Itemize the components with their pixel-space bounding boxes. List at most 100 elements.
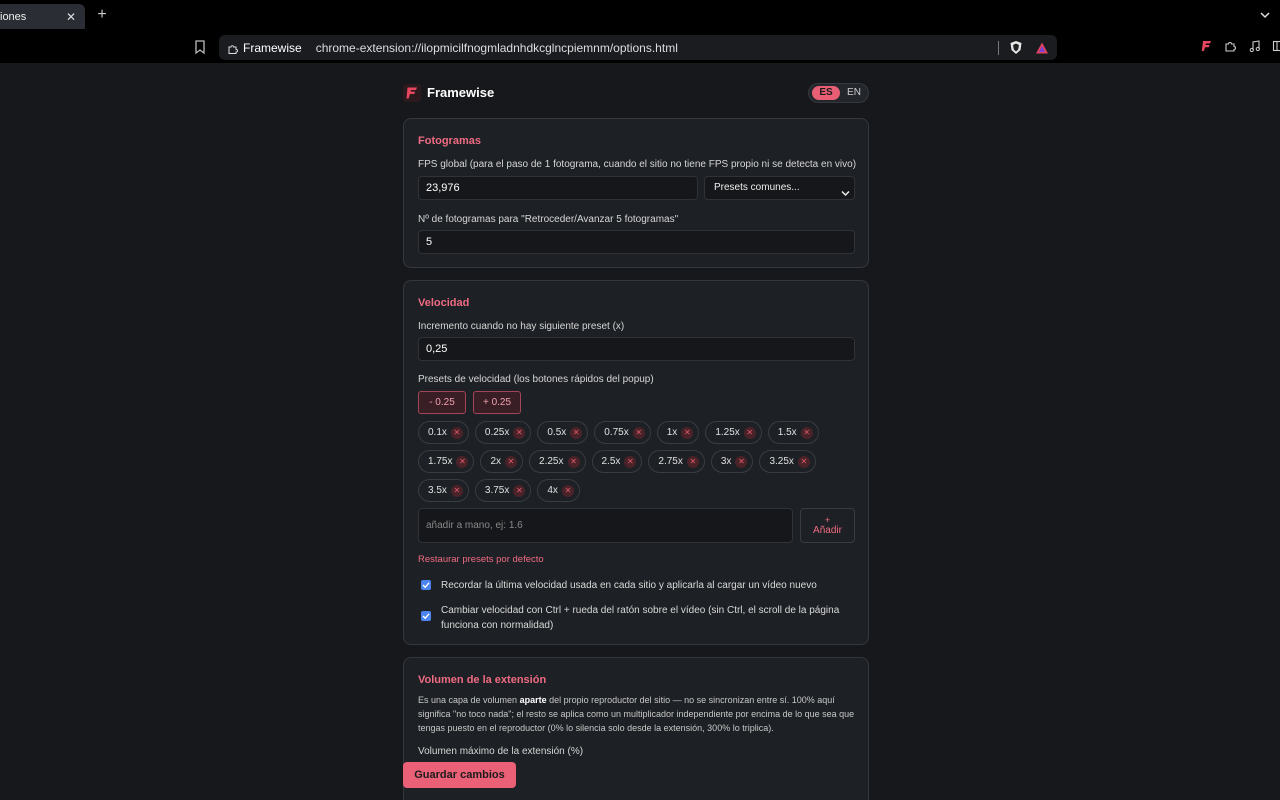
- speed-preset-chip: 2.5x ✕: [591, 450, 643, 473]
- speed-preset-chip: 0.1x ✕: [418, 421, 469, 444]
- tab-close-icon[interactable]: ✕: [63, 9, 79, 25]
- preset-value: 0.5x: [547, 427, 567, 438]
- fps-presets-select-value: Presets comunes...: [714, 182, 800, 193]
- language-toggle: ES EN: [808, 83, 869, 103]
- preset-value: 3x: [720, 456, 732, 467]
- remove-preset-icon[interactable]: ✕: [735, 455, 748, 468]
- remove-preset-icon[interactable]: ✕: [686, 455, 699, 468]
- remove-preset-icon[interactable]: ✕: [450, 426, 463, 439]
- frames-title: Fotogramas: [418, 135, 481, 147]
- brave-shield-icon[interactable]: [1009, 40, 1023, 55]
- volume-description: Es una capa de volumen aparte del propio…: [418, 693, 858, 735]
- address-bar[interactable]: Framewise chrome-extension://ilopmicilfn…: [219, 35, 1057, 60]
- preset-value: 1.5x: [777, 427, 797, 438]
- preset-value: 4x: [547, 485, 558, 496]
- speed-preset-chip: 1.5x ✕: [767, 421, 819, 444]
- remember-speed-option[interactable]: Recordar la última velocidad usada en ca…: [421, 578, 817, 593]
- preset-value: 1.75x: [428, 456, 453, 467]
- framewise-logo-icon: [403, 84, 421, 102]
- fps-input[interactable]: 23,976: [418, 176, 698, 200]
- preset-value: 2x: [490, 456, 502, 467]
- remove-preset-icon[interactable]: ✕: [797, 455, 810, 468]
- tab-search-chevron-icon[interactable]: [1258, 8, 1272, 22]
- remove-preset-icon[interactable]: ✕: [561, 484, 574, 497]
- frame-step-input[interactable]: 5: [418, 230, 855, 254]
- speed-preset-list: 0.1x ✕ 0.25x ✕ 0.5x ✕ 0.75x ✕ 1x ✕ 1.25x ✕ 1.5…: [418, 421, 858, 502]
- framewise-extension-icon[interactable]: [1200, 39, 1214, 53]
- url-text[interactable]: chrome-extension://ilopmicilfnogmladnhdk…: [316, 41, 998, 55]
- browser-toolbar: Framewise chrome-extension://ilopmicilfn…: [0, 31, 1280, 63]
- preset-value: 3.5x: [428, 485, 447, 496]
- volume-desc-bold: aparte: [519, 695, 547, 705]
- frames-card: Fotogramas FPS global (para el paso de 1…: [403, 118, 869, 268]
- fps-presets-select[interactable]: Presets comunes...: [704, 176, 855, 200]
- lang-en-button[interactable]: EN: [844, 86, 864, 100]
- media-music-icon[interactable]: [1248, 39, 1262, 53]
- bookmark-icon[interactable]: [193, 39, 207, 55]
- preset-value: 2.25x: [539, 456, 564, 467]
- restore-presets-link[interactable]: Restaurar presets por defecto: [418, 554, 544, 565]
- remove-preset-icon[interactable]: ✕: [681, 426, 694, 439]
- ctrl-wheel-checkbox[interactable]: [421, 611, 431, 621]
- app-header: Framewise ES EN: [403, 83, 869, 103]
- remember-speed-label: Recordar la última velocidad usada en ca…: [441, 580, 817, 591]
- remove-preset-icon[interactable]: ✕: [567, 455, 580, 468]
- volume-title: Volumen de la extensión: [418, 674, 547, 686]
- fps-label: FPS global (para el paso de 1 fotograma,…: [418, 159, 857, 170]
- speed-preset-chip: 0.75x ✕: [594, 421, 651, 444]
- add-preset-button[interactable]: + Añadir: [800, 508, 855, 543]
- speed-preset-chip: 2.25x ✕: [529, 450, 586, 473]
- browser-tab[interactable]: iones ✕: [0, 4, 85, 29]
- remove-preset-icon[interactable]: ✕: [624, 455, 637, 468]
- ctrl-wheel-label: Cambiar velocidad con Ctrl + rueda del r…: [441, 605, 840, 631]
- preset-value: 2.75x: [658, 456, 683, 467]
- remove-preset-icon[interactable]: ✕: [570, 426, 583, 439]
- speed-preset-chip: 0.25x ✕: [474, 421, 532, 444]
- rewards-triangle-icon[interactable]: [1035, 41, 1049, 55]
- speed-preset-chip: 3.75x ✕: [474, 479, 532, 502]
- lang-es-button[interactable]: ES: [812, 86, 840, 100]
- volume-desc-pre: Es una capa de volumen: [418, 695, 520, 705]
- remove-preset-icon[interactable]: ✕: [743, 426, 756, 439]
- max-volume-label: Volumen máximo de la extensión (%): [418, 746, 584, 757]
- sidebar-panel-icon[interactable]: [1272, 39, 1280, 53]
- chevron-down-icon: [841, 184, 850, 197]
- save-changes-button[interactable]: Guardar cambios: [403, 762, 516, 788]
- frame-step-label: Nº de fotogramas para "Retroceder/Avanza…: [418, 214, 679, 225]
- ctrl-wheel-option[interactable]: Cambiar velocidad con Ctrl + rueda del r…: [421, 603, 841, 633]
- preset-value: 1x: [666, 427, 678, 438]
- speed-preset-chip: 4x ✕: [537, 479, 580, 502]
- preset-value: 1.25x: [715, 427, 740, 438]
- speed-preset-chip: 3.25x ✕: [759, 450, 816, 473]
- speed-title: Velocidad: [418, 297, 470, 309]
- new-tab-button[interactable]: +: [94, 6, 110, 24]
- remove-preset-icon[interactable]: ✕: [513, 426, 526, 439]
- preset-value: 2.5x: [601, 456, 621, 467]
- extensions-puzzle-icon[interactable]: [1224, 39, 1238, 53]
- preset-value: 3.75x: [484, 485, 510, 496]
- site-name: Framewise: [243, 40, 302, 55]
- remove-preset-icon[interactable]: ✕: [800, 426, 813, 439]
- speed-card: Velocidad Incremento cuando no hay sigui…: [403, 280, 869, 645]
- preset-value: 3.25x: [769, 456, 794, 467]
- increment-input[interactable]: 0,25: [418, 337, 855, 361]
- speed-preset-chip: 2.75x ✕: [648, 450, 705, 473]
- remove-preset-icon[interactable]: ✕: [513, 484, 526, 497]
- speed-preset-chip: 3.5x ✕: [418, 479, 469, 502]
- remove-preset-icon[interactable]: ✕: [632, 426, 645, 439]
- remove-preset-icon[interactable]: ✕: [456, 455, 469, 468]
- preset-value: 0.75x: [604, 427, 629, 438]
- speed-presets-label: Presets de velocidad (los botones rápido…: [418, 374, 654, 385]
- remember-speed-checkbox[interactable]: [421, 580, 431, 590]
- app-title: Framewise: [427, 85, 495, 100]
- speed-preset-chip: 1.25x ✕: [705, 421, 762, 444]
- site-info-chip[interactable]: Framewise: [219, 35, 302, 60]
- add-preset-input[interactable]: añadir a mano, ej: 1.6: [418, 508, 793, 543]
- remove-preset-icon[interactable]: ✕: [450, 484, 463, 497]
- increase-speed-button[interactable]: + 0.25: [473, 391, 521, 414]
- remove-preset-icon[interactable]: ✕: [505, 455, 518, 468]
- decrease-speed-button[interactable]: - 0.25: [418, 391, 466, 414]
- add-preset-label: Añadir: [813, 525, 842, 536]
- plus-icon: +: [824, 515, 831, 525]
- speed-preset-chip: 2x ✕: [480, 450, 524, 473]
